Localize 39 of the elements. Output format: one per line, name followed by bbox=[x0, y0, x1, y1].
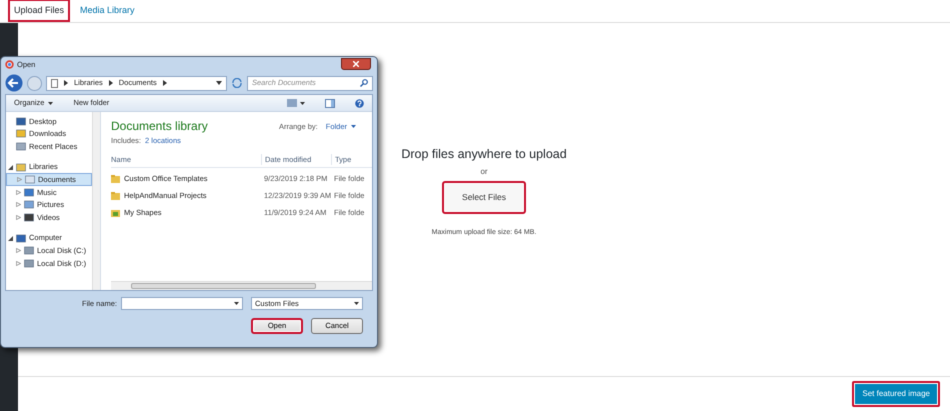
media-tab[interactable]: Upload Files bbox=[8, 0, 70, 22]
help-icon bbox=[355, 98, 364, 108]
app-icon bbox=[5, 60, 14, 69]
preview-pane-icon bbox=[325, 98, 335, 108]
select-files-button[interactable]: Select Files bbox=[442, 180, 526, 214]
folder-icon bbox=[111, 174, 120, 183]
expanded-arrow-icon bbox=[8, 236, 13, 241]
file-name-field[interactable] bbox=[121, 297, 243, 310]
collapsed-arrow-icon bbox=[16, 214, 21, 220]
expanded-arrow-icon bbox=[8, 164, 13, 170]
refresh-icon bbox=[231, 78, 243, 88]
chevron-icon bbox=[162, 80, 167, 86]
dropdown-icon bbox=[216, 81, 222, 85]
horizontal-scrollbar[interactable] bbox=[111, 281, 372, 290]
folder-icon bbox=[111, 192, 120, 200]
view-icon bbox=[287, 99, 305, 107]
back-icon bbox=[5, 74, 23, 92]
media-tab[interactable]: Media Library bbox=[74, 0, 141, 22]
close-icon bbox=[353, 60, 359, 66]
upload-heading: Drop files anywhere to upload bbox=[401, 146, 567, 163]
collapsed-arrow-icon bbox=[16, 248, 21, 254]
collapsed-arrow-icon bbox=[17, 177, 22, 182]
collapsed-arrow-icon bbox=[16, 260, 21, 266]
collapsed-arrow-icon bbox=[16, 202, 21, 208]
dropdown-icon bbox=[234, 302, 239, 305]
close-button[interactable] bbox=[341, 58, 371, 70]
collapsed-arrow-icon bbox=[16, 190, 21, 195]
dropdown-icon bbox=[351, 125, 356, 128]
scrollbar[interactable] bbox=[92, 112, 100, 290]
shapes-folder-icon bbox=[111, 208, 120, 217]
set-featured-image-button[interactable]: Set featured image bbox=[852, 381, 940, 407]
dropdown-icon bbox=[48, 102, 54, 104]
library-title: Documents library bbox=[111, 118, 208, 135]
dropdown-icon bbox=[354, 302, 359, 305]
forward-icon bbox=[27, 76, 42, 90]
or-text: or bbox=[480, 166, 488, 178]
search-icon bbox=[360, 79, 368, 87]
chevron-icon bbox=[64, 80, 68, 86]
chevron-icon bbox=[108, 80, 113, 86]
